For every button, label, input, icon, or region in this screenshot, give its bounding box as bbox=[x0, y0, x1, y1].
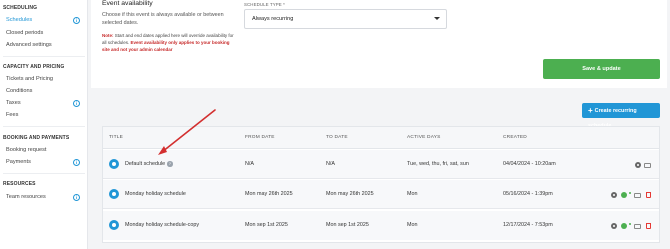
annotation-arrow bbox=[158, 109, 216, 155]
